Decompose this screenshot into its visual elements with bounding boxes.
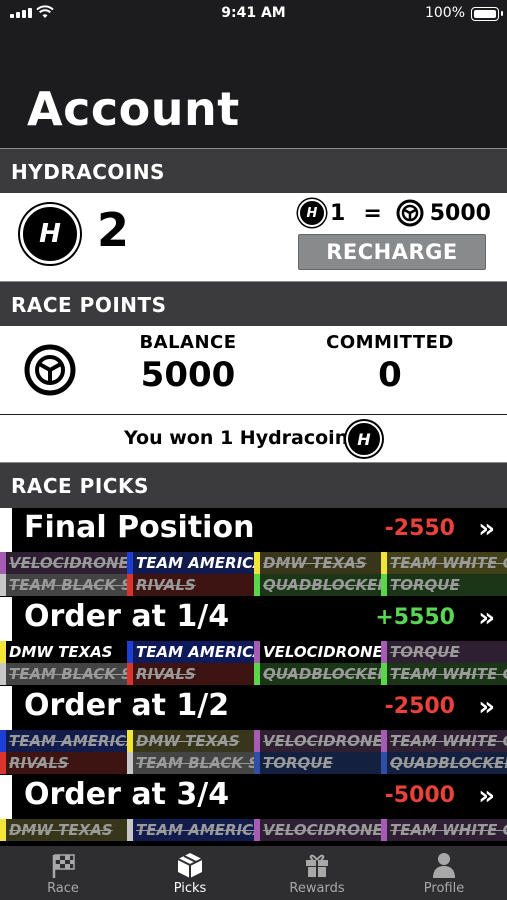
race-points-header-label: RACE POINTS: [11, 293, 167, 317]
team-chip: TEAM AMERICA: [127, 819, 254, 841]
rate-equals: =: [363, 200, 382, 226]
pick-indicator: [0, 508, 12, 552]
pick-team-grid: TEAM AMERICA DMW TEXAS VELOCIDRONE TEAM WHI…: [0, 730, 507, 774]
hydracoin-small-icon: H: [298, 199, 326, 227]
steering-wheel-small-icon: [396, 199, 424, 227]
chevron-right-icon[interactable]: »: [478, 603, 495, 633]
tab-picks-label: Picks: [173, 881, 207, 896]
pick-score: -2550: [384, 516, 455, 541]
exchange-rate: H 1 = 5000: [298, 199, 491, 227]
hydracoins-header: HYDRACOINS: [0, 148, 507, 193]
won-banner: You won 1 Hydracoin! H: [0, 414, 507, 462]
committed-value: 0: [378, 355, 402, 395]
team-chip: TORQUE: [381, 641, 507, 663]
race-points-header: RACE POINTS: [0, 281, 507, 326]
team-chip: TORQUE: [381, 574, 507, 596]
hydracoin-icon: H: [20, 204, 80, 264]
battery-icon: [471, 7, 503, 21]
pick-score: -5000: [384, 783, 455, 808]
pick-title: Order at 3/4: [24, 777, 230, 812]
pick-score: +5550: [375, 605, 455, 630]
team-chip: TORQUE: [254, 752, 381, 774]
chevron-right-icon[interactable]: »: [478, 692, 495, 722]
race-picks-header: RACE PICKS: [0, 462, 507, 508]
team-chip: QUADBLOCKERS: [381, 752, 507, 774]
team-chip: TEAM WHITE GOAT: [381, 730, 507, 752]
tab-profile-label: Profile: [423, 881, 465, 896]
chevron-right-icon[interactable]: »: [478, 514, 495, 544]
team-chip: TEAM AMERICA: [0, 730, 127, 752]
rate-coin-amount: 1: [330, 200, 346, 226]
team-chip: TEAM WHITE GOAT: [381, 819, 507, 841]
team-chip: TEAM BLACK SHEEP: [0, 574, 127, 596]
team-chip: RIVALS: [0, 752, 127, 774]
recharge-button[interactable]: RECHARGE: [298, 234, 486, 270]
team-chip: VELOCIDRONE: [254, 730, 381, 752]
committed-label: COMMITTED: [326, 332, 454, 353]
rate-points-amount: 5000: [429, 200, 491, 226]
pick-indicator: [0, 686, 12, 730]
team-chip: TEAM BLACK SHEEP: [0, 663, 127, 685]
chevron-right-icon[interactable]: »: [478, 781, 495, 811]
pick-title: Final Position: [24, 510, 255, 545]
steering-wheel-icon: [24, 344, 76, 396]
battery-percent: 100%: [424, 5, 465, 21]
hydracoin-icon: H: [346, 421, 382, 457]
status-bar: 9:41 AM 100%: [0, 0, 507, 28]
team-chip: DMW TEXAS: [0, 641, 127, 663]
hydracoins-header-label: HYDRACOINS: [11, 160, 165, 184]
tab-bar: Race Picks Rewards Profile: [0, 846, 507, 900]
team-chip: TEAM AMERICA: [127, 552, 254, 574]
team-chip: TEAM AMERICA: [127, 641, 254, 663]
committed-block: COMMITTED 0: [320, 332, 460, 395]
checkered-flag-icon: [52, 854, 75, 878]
tab-rewards[interactable]: Rewards: [254, 846, 380, 900]
page-title: Account: [27, 82, 240, 136]
pick-title: Order at 1/2: [24, 688, 230, 723]
tab-profile[interactable]: Profile: [381, 846, 507, 900]
race-pick-row[interactable]: Order at 1/2 -2500 » TEAM AMERICA DMW TEXAS V…: [0, 686, 507, 775]
team-chip: RIVALS: [127, 663, 254, 685]
race-picks-header-label: RACE PICKS: [11, 474, 149, 498]
race-pick-row[interactable]: Order at 1/4 +5550 » DMW TEXAS TEAM AMERICA V…: [0, 597, 507, 686]
tab-rewards-label: Rewards: [289, 881, 345, 896]
team-chip: QUADBLOCKERS: [254, 663, 381, 685]
hydracoins-panel: H 2 H 1 = 5000 RECHARGE: [0, 193, 507, 281]
pick-team-grid: DMW TEXAS TEAM AMERICA VELOCIDRONE TORQUE TE…: [0, 641, 507, 685]
pick-indicator: [0, 775, 12, 819]
team-chip: RIVALS: [127, 574, 254, 596]
hydracoin-count: 2: [97, 203, 130, 257]
race-points-panel: BALANCE 5000 COMMITTED 0: [0, 326, 507, 414]
tab-race-label: Race: [47, 881, 79, 896]
team-chip: TEAM BLACK SHEEP: [127, 752, 254, 774]
team-chip: DMW TEXAS: [0, 819, 127, 841]
team-chip: DMW TEXAS: [254, 552, 381, 574]
balance-block: BALANCE 5000: [130, 332, 246, 395]
team-chip: VELOCIDRONE: [254, 819, 381, 841]
won-message: You won 1 Hydracoin!: [124, 427, 357, 449]
balance-value: 5000: [140, 355, 236, 395]
tab-picks[interactable]: Picks: [127, 846, 253, 900]
balance-label: BALANCE: [139, 332, 237, 353]
team-chip: QUADBLOCKERS: [254, 574, 381, 596]
team-chip: DMW TEXAS: [127, 730, 254, 752]
race-pick-row[interactable]: Final Position -2550 » VELOCIDRONE TEAM AMER…: [0, 508, 507, 597]
team-chip: VELOCIDRONE: [0, 552, 127, 574]
team-chip: TEAM WHITE GOAT: [381, 552, 507, 574]
box-icon: [177, 853, 203, 878]
pick-title: Order at 1/4: [24, 599, 230, 634]
team-chip: TEAM WHITE GOAT: [381, 663, 507, 685]
pick-indicator: [0, 597, 12, 641]
tab-race[interactable]: Race: [0, 846, 126, 900]
person-icon: [433, 853, 455, 878]
team-chip: VELOCIDRONE: [254, 641, 381, 663]
pick-score: -2500: [384, 694, 455, 719]
gift-icon: [306, 854, 328, 877]
pick-team-grid: VELOCIDRONE TEAM AMERICA DMW TEXAS TEAM WHI…: [0, 552, 507, 596]
